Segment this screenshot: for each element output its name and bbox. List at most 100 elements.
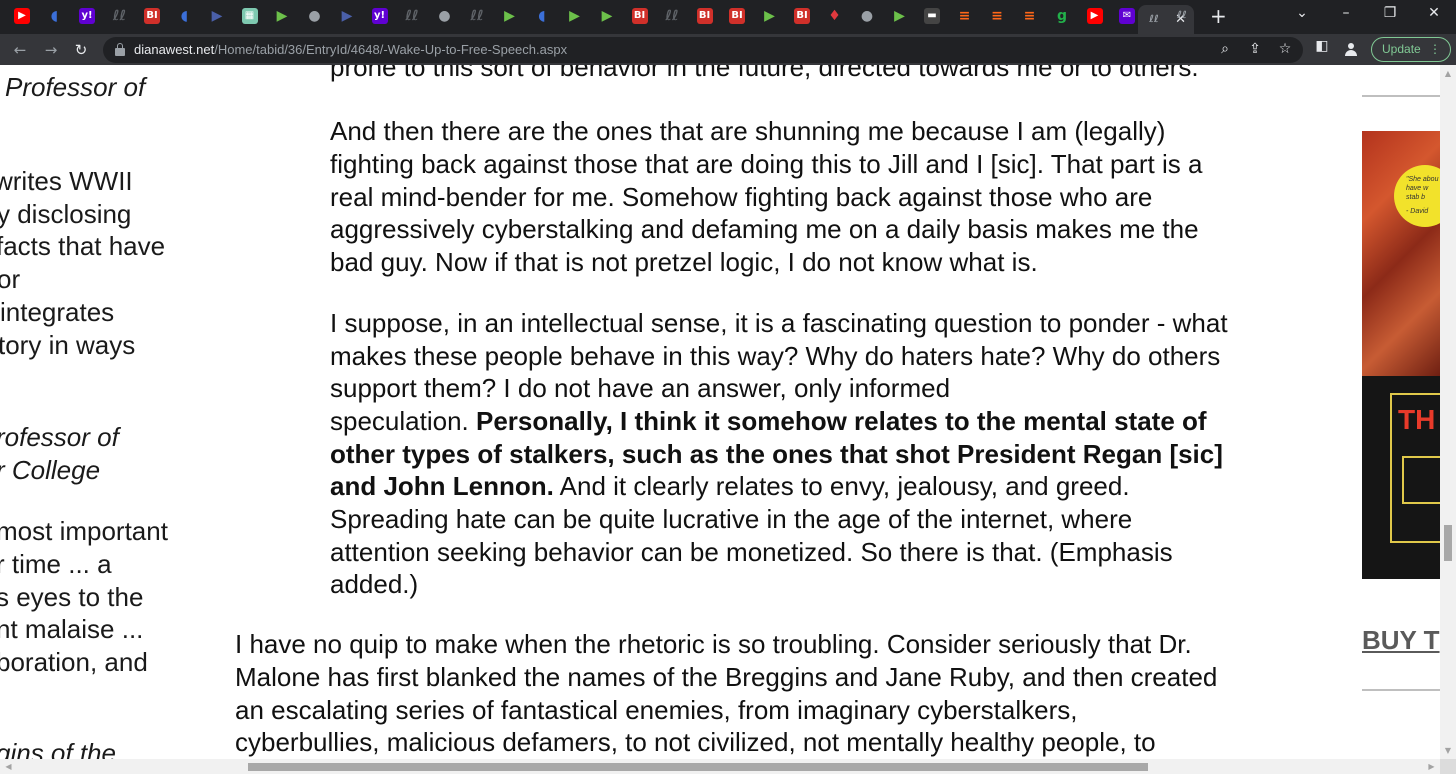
restore-icon[interactable]: ❐ bbox=[1378, 5, 1402, 21]
sidebar-text-line: most important bbox=[0, 516, 168, 546]
sidebar-text-line: Professor of bbox=[5, 72, 146, 102]
minimize-icon[interactable]: – bbox=[1334, 5, 1358, 21]
quote-text: speculation. bbox=[330, 406, 476, 436]
horizontal-scrollbar[interactable]: ◀ ▶ bbox=[0, 759, 1440, 774]
side-panel-icon[interactable]: ◧ bbox=[1313, 38, 1331, 54]
sidebar-text-line: y disclosing bbox=[0, 199, 132, 229]
browser-tab[interactable]: ▦ bbox=[236, 5, 264, 27]
profile-avatar-icon[interactable] bbox=[1343, 42, 1359, 58]
quote-line: aggressively cyberstalking and defaming … bbox=[330, 214, 1199, 244]
browser-tab[interactable]: ● bbox=[853, 5, 881, 27]
horizontal-scroll-thumb[interactable] bbox=[248, 763, 1148, 771]
emphasis-text: and John Lennon. bbox=[330, 471, 554, 501]
rumble-icon: ▶ bbox=[894, 8, 905, 24]
window-close-icon[interactable]: ✕ bbox=[1422, 5, 1446, 21]
body-line: an escalating series of fantastical enem… bbox=[235, 695, 1078, 725]
scroll-left-arrow-icon[interactable]: ◀ bbox=[0, 759, 17, 774]
sidebar-text-line: facts that have bbox=[0, 231, 166, 261]
browser-tab[interactable]: ▶ bbox=[496, 5, 524, 27]
sidebar-text-line: r College bbox=[0, 455, 101, 485]
quote-line: real mind-bender for me. Somehow fightin… bbox=[330, 182, 1153, 212]
book-cover-image[interactable]: "She abou have w stab b - David TH bbox=[1362, 131, 1440, 579]
cover-inner-frame bbox=[1402, 456, 1440, 504]
quote-text: And it clearly relates to envy, jealousy… bbox=[553, 471, 1130, 501]
globe-icon: ● bbox=[438, 8, 451, 24]
page-viewport: Professor of writes WWII y disclosing fa… bbox=[0, 65, 1440, 759]
browser-tab[interactable]: ▶ bbox=[333, 5, 361, 27]
new-tab-button[interactable]: + bbox=[1210, 6, 1227, 26]
scroll-right-arrow-icon[interactable]: ▶ bbox=[1423, 759, 1440, 774]
scroll-down-arrow-icon[interactable]: ▼ bbox=[1440, 742, 1456, 759]
url-text[interactable]: dianawest.net/Home/tabid/36/EntryId/4648… bbox=[134, 42, 567, 58]
rumble-icon: ▶ bbox=[764, 8, 775, 24]
browser-tab[interactable]: ♦ bbox=[821, 5, 849, 27]
browser-tab[interactable]: BI bbox=[138, 5, 166, 27]
quote-line: added.) bbox=[330, 569, 419, 599]
more-menu-icon[interactable]: ⋮ bbox=[1429, 38, 1441, 61]
tab-next[interactable]: ℓℓ bbox=[1168, 5, 1196, 27]
browser-tab[interactable]: ▶ bbox=[886, 5, 914, 27]
tab-search-chevron-icon[interactable]: ⌄ bbox=[1290, 5, 1314, 21]
news-icon: ▬ bbox=[924, 8, 940, 24]
browser-tab[interactable]: BI bbox=[788, 5, 816, 27]
browser-tab[interactable]: ℓℓ bbox=[658, 5, 686, 27]
browser-tab[interactable]: ▶ bbox=[756, 5, 784, 27]
browser-tab[interactable]: ℓℓ bbox=[106, 5, 134, 27]
globe-icon: ● bbox=[860, 8, 874, 24]
lock-icon[interactable] bbox=[115, 43, 125, 56]
sticker-text: "She abou have w stab b - David bbox=[1406, 176, 1439, 215]
browser-tab[interactable]: g bbox=[1048, 5, 1076, 27]
site-glyph-icon: ℓℓ bbox=[112, 8, 127, 24]
browser-tab[interactable]: ✉ bbox=[1113, 5, 1141, 27]
scroll-up-arrow-icon[interactable]: ▲ bbox=[1440, 65, 1456, 82]
zoom-icon[interactable]: ⌕ bbox=[1216, 41, 1234, 57]
microphone-icon: ♦ bbox=[828, 8, 841, 24]
browser-tab[interactable]: ▶ bbox=[593, 5, 621, 27]
browser-tab[interactable]: ▶ bbox=[561, 5, 589, 27]
buy-book-link[interactable]: BUY T bbox=[1362, 625, 1440, 656]
browser-tab[interactable]: y! bbox=[366, 5, 394, 27]
browser-tab[interactable]: ▬ bbox=[918, 5, 946, 27]
back-arrow-icon[interactable]: ← bbox=[9, 39, 31, 61]
sidebar-text-line: writes WWII bbox=[0, 166, 133, 196]
browser-tab[interactable]: ◖ bbox=[528, 5, 556, 27]
browser-tab[interactable]: ▶ bbox=[8, 5, 36, 27]
browser-tab[interactable]: BI bbox=[691, 5, 719, 27]
browser-tab[interactable]: ≡ bbox=[951, 5, 979, 27]
browser-tab[interactable]: ≡ bbox=[983, 5, 1011, 27]
reload-icon[interactable]: ↻ bbox=[70, 39, 92, 61]
forward-arrow-icon[interactable]: → bbox=[40, 39, 62, 61]
browser-tab[interactable]: BI bbox=[626, 5, 654, 27]
quote-line: makes these people behave in this way? W… bbox=[330, 341, 1221, 371]
browser-tab[interactable]: ≡ bbox=[1016, 5, 1044, 27]
bi-icon: BI bbox=[729, 8, 745, 24]
site-glyph-icon: ℓℓ bbox=[665, 8, 679, 24]
quote-line: And then there are the ones that are shu… bbox=[330, 116, 1166, 146]
bookmark-star-icon[interactable]: ☆ bbox=[1276, 41, 1294, 57]
vertical-scrollbar[interactable]: ▲ ▼ bbox=[1440, 65, 1456, 759]
vertical-scroll-thumb[interactable] bbox=[1444, 525, 1452, 561]
share-icon[interactable]: ⇪ bbox=[1246, 41, 1264, 57]
quote-line: prone to this sort of behavior in the fu… bbox=[330, 65, 1199, 82]
browser-tab[interactable]: ℓℓ bbox=[398, 5, 426, 27]
sidebar-text-line: rofessor of bbox=[0, 422, 119, 452]
address-bar[interactable]: dianawest.net/Home/tabid/36/EntryId/4648… bbox=[103, 37, 1303, 63]
browser-tab[interactable]: ● bbox=[301, 5, 329, 27]
browser-tab[interactable]: ▶ bbox=[1081, 5, 1109, 27]
browser-tab[interactable]: y! bbox=[73, 5, 101, 27]
browser-tab[interactable]: ▶ bbox=[268, 5, 296, 27]
site-glyph-icon: ℓℓ bbox=[1149, 13, 1159, 25]
url-host: dianawest.net bbox=[134, 42, 215, 57]
browser-tab[interactable]: ◖ bbox=[41, 5, 69, 27]
browser-tab[interactable]: ℓℓ bbox=[463, 5, 491, 27]
divider bbox=[1362, 95, 1440, 97]
browser-tab[interactable]: ▶ bbox=[203, 5, 231, 27]
bi-icon: BI bbox=[144, 8, 160, 24]
yahoo-icon: y! bbox=[371, 8, 388, 24]
browser-tab[interactable]: ● bbox=[431, 5, 459, 27]
update-button[interactable]: Update ⋮ bbox=[1371, 37, 1451, 62]
globe-icon: ● bbox=[308, 8, 321, 24]
browser-tab[interactable]: ◖ bbox=[171, 5, 199, 27]
grid-icon: ▦ bbox=[241, 8, 258, 24]
browser-tab[interactable]: BI bbox=[723, 5, 751, 27]
